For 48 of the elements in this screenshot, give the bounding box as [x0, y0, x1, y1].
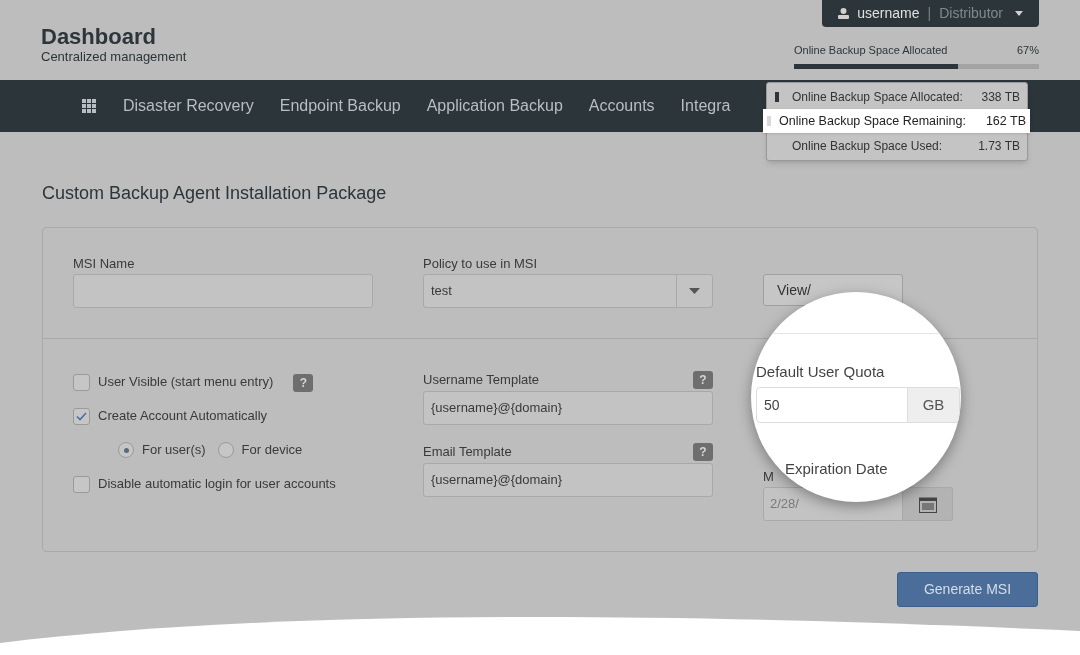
policy-select[interactable]: test: [423, 274, 713, 308]
radio-button[interactable]: [217, 442, 234, 458]
calendar-button[interactable]: [903, 487, 953, 521]
check-icon: [76, 411, 87, 421]
nav-link[interactable]: Accounts: [588, 94, 655, 118]
field-label: Policy to use in MSI: [423, 255, 539, 273]
checkbox-label: Create Account Automatically: [98, 407, 268, 426]
checkbox[interactable]: [73, 475, 90, 493]
msi-name-field[interactable]: [73, 274, 373, 308]
checkbox-label: Disable automatic login for user accounts: [98, 475, 336, 494]
field-label: M: [763, 468, 774, 486]
help-badge[interactable]: ?: [693, 371, 713, 389]
quota-label: Default User Quota: [756, 362, 885, 382]
field-label: MSI Name: [73, 255, 136, 273]
generate-msi-button[interactable]: Generate MSI: [897, 572, 1038, 607]
caret-icon: [1015, 11, 1023, 16]
caret-icon: [689, 288, 700, 294]
template-field[interactable]: {username}@{domain}: [423, 391, 713, 425]
quota-label: Online Backup Space Allocated: [794, 43, 948, 58]
nav-link[interactable]: Integra: [680, 94, 731, 118]
field-label: Username Template: [423, 371, 540, 390]
app-title: Dashboard: [41, 24, 157, 50]
calendar-icon: [918, 495, 937, 513]
user-icon: [838, 8, 850, 19]
expiration-label: Expiration Date: [785, 459, 888, 479]
nav-link[interactable]: Endpoint Backup: [279, 94, 401, 118]
app-subtitle: Centralized management: [41, 50, 187, 64]
radio-button[interactable]: [118, 442, 134, 458]
help-badge[interactable]: ?: [693, 443, 713, 461]
help-badge[interactable]: ?: [293, 374, 314, 392]
section-title: Custom Backup Agent Installation Package: [42, 182, 388, 204]
user-menu[interactable]: username | Distributor: [822, 0, 1039, 27]
nav-link[interactable]: Application Backup: [426, 94, 563, 118]
field-label: Email Template: [423, 443, 512, 462]
template-field[interactable]: {username}@{domain}: [423, 463, 713, 497]
popover-row: Online Backup Space Allocated: 338 TB: [767, 87, 1027, 108]
radio-label: For user(s): [142, 441, 206, 460]
unit-addon: GB: [908, 387, 960, 423]
checkbox-label: User Visible (start menu entry): [98, 373, 274, 392]
checkbox[interactable]: [73, 407, 90, 425]
nav-link[interactable]: Disaster Recovery: [123, 94, 254, 118]
grid-icon[interactable]: [82, 98, 97, 114]
radio-label: For device: [241, 441, 303, 460]
popover-row-text: Online Backup Space Used: 1.73 TB: [791, 137, 1021, 155]
quota-field[interactable]: 50: [756, 387, 908, 423]
checkbox[interactable]: [73, 373, 90, 391]
quota-percent: 67%: [1016, 43, 1039, 58]
popover-row: Online Backup Space Remaining: 162 TB: [763, 109, 1030, 134]
